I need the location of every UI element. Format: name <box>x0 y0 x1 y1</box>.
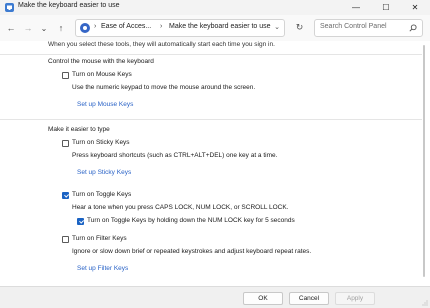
address-bar[interactable]: › Ease of Acces... › Make the keyboard e… <box>75 19 285 37</box>
filter-keys-label[interactable]: Turn on Filter Keys <box>72 235 127 242</box>
toggle-keys-label[interactable]: Turn on Toggle Keys <box>72 191 131 198</box>
back-button[interactable]: ← <box>4 21 18 35</box>
sticky-keys-description: Press keyboard shortcuts (such as CTRL+A… <box>72 152 278 159</box>
setup-filter-keys-link[interactable]: Set up Filter Keys <box>77 265 128 272</box>
window-title: Make the keyboard easier to use <box>18 2 120 9</box>
breadcrumb-separator: › <box>94 23 97 30</box>
resize-grip-icon[interactable] <box>422 300 428 306</box>
breadcrumb-current-page[interactable]: Make the keyboard easier to use <box>169 23 271 30</box>
content-pane: When you select these tools, they will a… <box>0 41 430 286</box>
maximize-button[interactable]: ☐ <box>371 0 401 15</box>
breadcrumb-ease-of-access[interactable]: Ease of Acces... <box>101 23 151 30</box>
divider <box>0 54 422 55</box>
search-icon[interactable] <box>409 24 417 32</box>
ok-button[interactable]: OK <box>243 292 283 305</box>
mouse-keys-description: Use the numeric keypad to move the mouse… <box>72 84 256 91</box>
minimize-button[interactable]: — <box>341 0 371 15</box>
dialog-footer: OK Cancel Apply <box>0 286 430 308</box>
control-panel-icon <box>5 3 14 12</box>
toggle-keys-numlock-checkbox[interactable] <box>77 218 84 225</box>
sticky-keys-label[interactable]: Turn on Sticky Keys <box>72 139 130 146</box>
scrollbar-thumb[interactable] <box>423 45 425 277</box>
close-button[interactable]: ✕ <box>400 0 430 15</box>
up-button[interactable]: ↑ <box>54 21 68 35</box>
divider <box>0 119 422 120</box>
filter-keys-checkbox[interactable] <box>62 236 69 243</box>
search-placeholder: Search Control Panel <box>320 23 387 30</box>
filter-keys-description: Ignore or slow down brief or repeated ke… <box>72 248 312 255</box>
toggle-keys-numlock-label[interactable]: Turn on Toggle Keys by holding down the … <box>87 217 295 224</box>
mouse-section-heading: Control the mouse with the keyboard <box>48 58 154 65</box>
refresh-button[interactable]: ↻ <box>293 21 306 34</box>
sticky-keys-checkbox[interactable] <box>62 140 69 147</box>
cancel-button[interactable]: Cancel <box>289 292 329 305</box>
title-bar: Make the keyboard easier to use — ☐ ✕ <box>0 0 430 15</box>
mouse-keys-checkbox[interactable] <box>62 72 69 79</box>
recent-locations-button[interactable]: ⌄ <box>37 21 51 35</box>
intro-text: When you select these tools, they will a… <box>48 41 275 48</box>
setup-sticky-keys-link[interactable]: Set up Sticky Keys <box>77 169 131 176</box>
address-dropdown-icon[interactable]: ⌄ <box>274 23 280 31</box>
vertical-scrollbar[interactable] <box>422 41 426 286</box>
control-panel-icon <box>80 23 90 33</box>
search-input[interactable]: Search Control Panel <box>314 19 423 37</box>
forward-button[interactable]: → <box>21 21 35 35</box>
setup-mouse-keys-link[interactable]: Set up Mouse Keys <box>77 101 133 108</box>
apply-button[interactable]: Apply <box>335 292 375 305</box>
toggle-keys-checkbox[interactable] <box>62 192 69 199</box>
breadcrumb-separator: › <box>160 23 163 30</box>
typing-section-heading: Make it easier to type <box>48 126 110 133</box>
toggle-keys-description: Hear a tone when you press CAPS LOCK, NU… <box>72 204 289 211</box>
mouse-keys-label[interactable]: Turn on Mouse Keys <box>72 71 132 78</box>
